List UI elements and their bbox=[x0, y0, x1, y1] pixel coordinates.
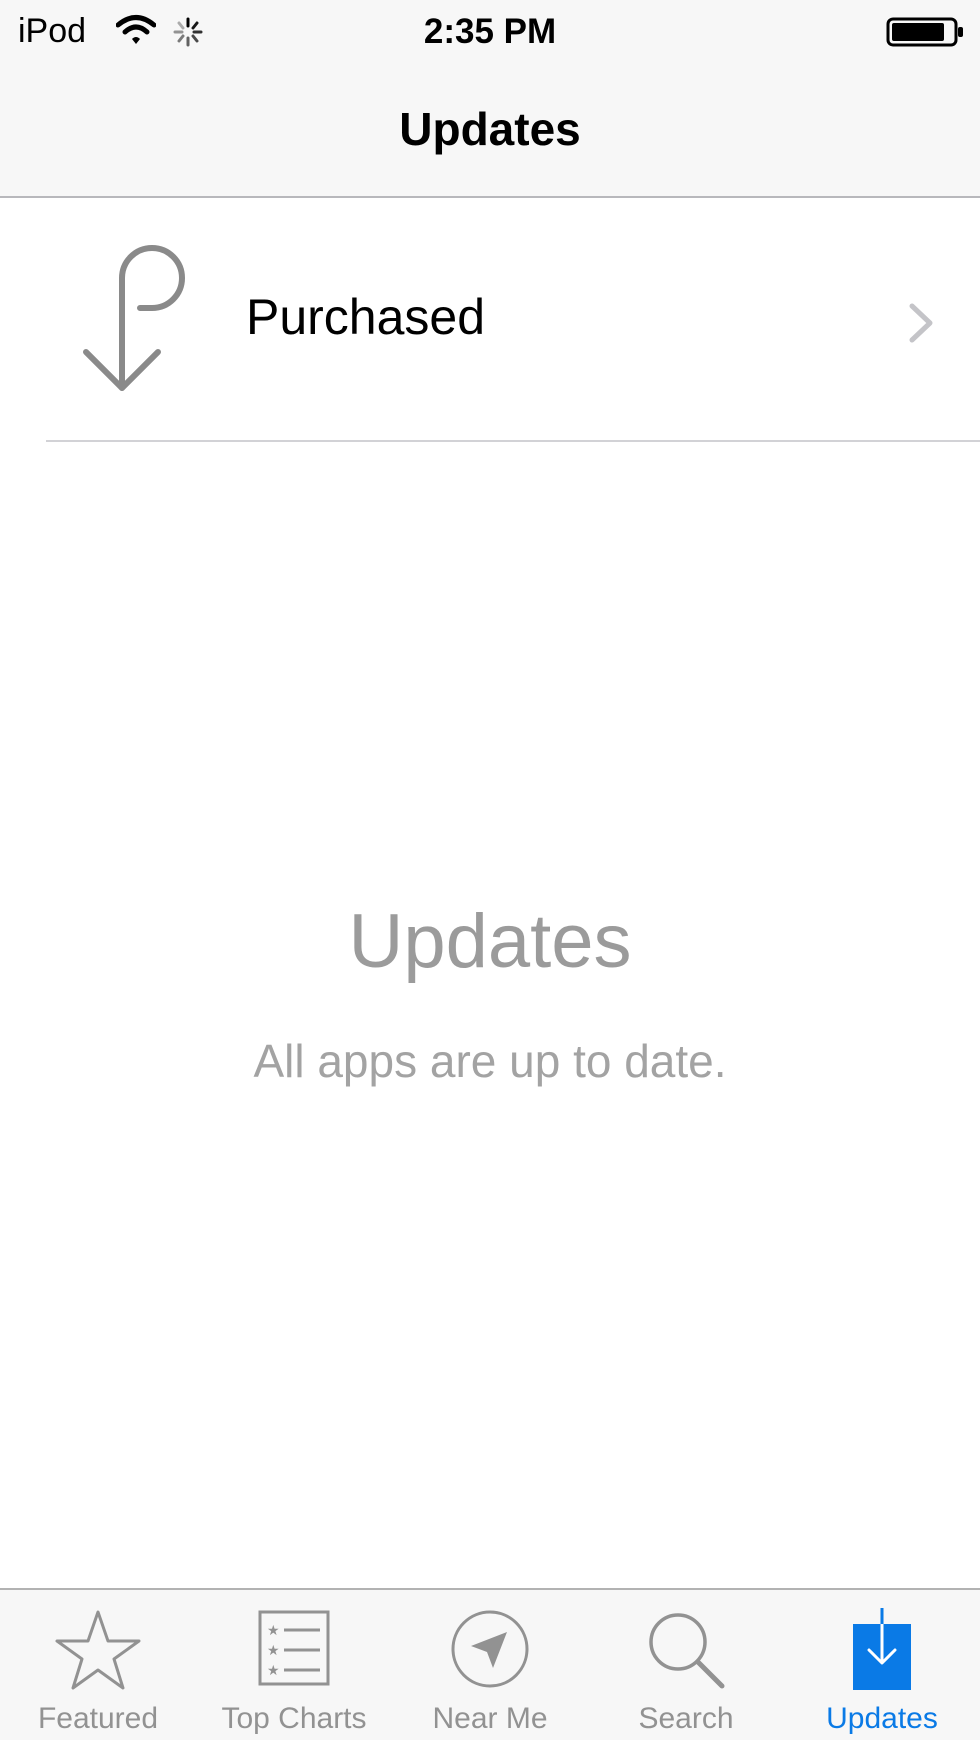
chevron-right-icon bbox=[906, 302, 936, 349]
tab-top-charts[interactable]: ★ ★ ★ Top Charts bbox=[196, 1590, 392, 1740]
search-icon bbox=[588, 1608, 784, 1698]
tab-label: Search bbox=[638, 1702, 734, 1735]
status-time: 2:35 PM bbox=[423, 12, 557, 51]
list-icon: ★ ★ ★ bbox=[196, 1608, 392, 1698]
tab-search[interactable]: Search bbox=[588, 1590, 784, 1740]
battery-icon bbox=[886, 16, 966, 53]
purchased-row[interactable]: Purchased bbox=[0, 198, 980, 440]
purchased-label: Purchased bbox=[246, 289, 486, 345]
purchased-arrow-icon bbox=[78, 238, 198, 403]
svg-text:★: ★ bbox=[267, 1663, 280, 1679]
row-divider bbox=[46, 440, 980, 442]
download-icon bbox=[784, 1608, 980, 1698]
tab-featured[interactable]: Featured bbox=[0, 1590, 196, 1740]
empty-state-title: Updates bbox=[348, 899, 632, 984]
tab-label: Top Charts bbox=[221, 1702, 367, 1735]
page-title: Updates bbox=[399, 103, 581, 155]
status-bar: iPod 2:35 PM bbox=[0, 0, 980, 64]
empty-state-subtitle: All apps are up to date. bbox=[253, 1035, 727, 1087]
navigation-bar: Updates bbox=[0, 64, 980, 198]
svg-text:★: ★ bbox=[267, 1623, 280, 1639]
tab-label: Updates bbox=[826, 1702, 938, 1735]
star-icon bbox=[0, 1608, 196, 1698]
tab-bar: Featured ★ ★ ★ Top Charts Near Me Search… bbox=[0, 1588, 980, 1740]
tab-updates[interactable]: Updates bbox=[784, 1590, 980, 1740]
tab-label: Featured bbox=[37, 1702, 159, 1735]
tab-near-me[interactable]: Near Me bbox=[392, 1590, 588, 1740]
tab-label: Near Me bbox=[432, 1702, 548, 1735]
location-arrow-icon bbox=[392, 1608, 588, 1698]
svg-text:★: ★ bbox=[267, 1643, 280, 1659]
